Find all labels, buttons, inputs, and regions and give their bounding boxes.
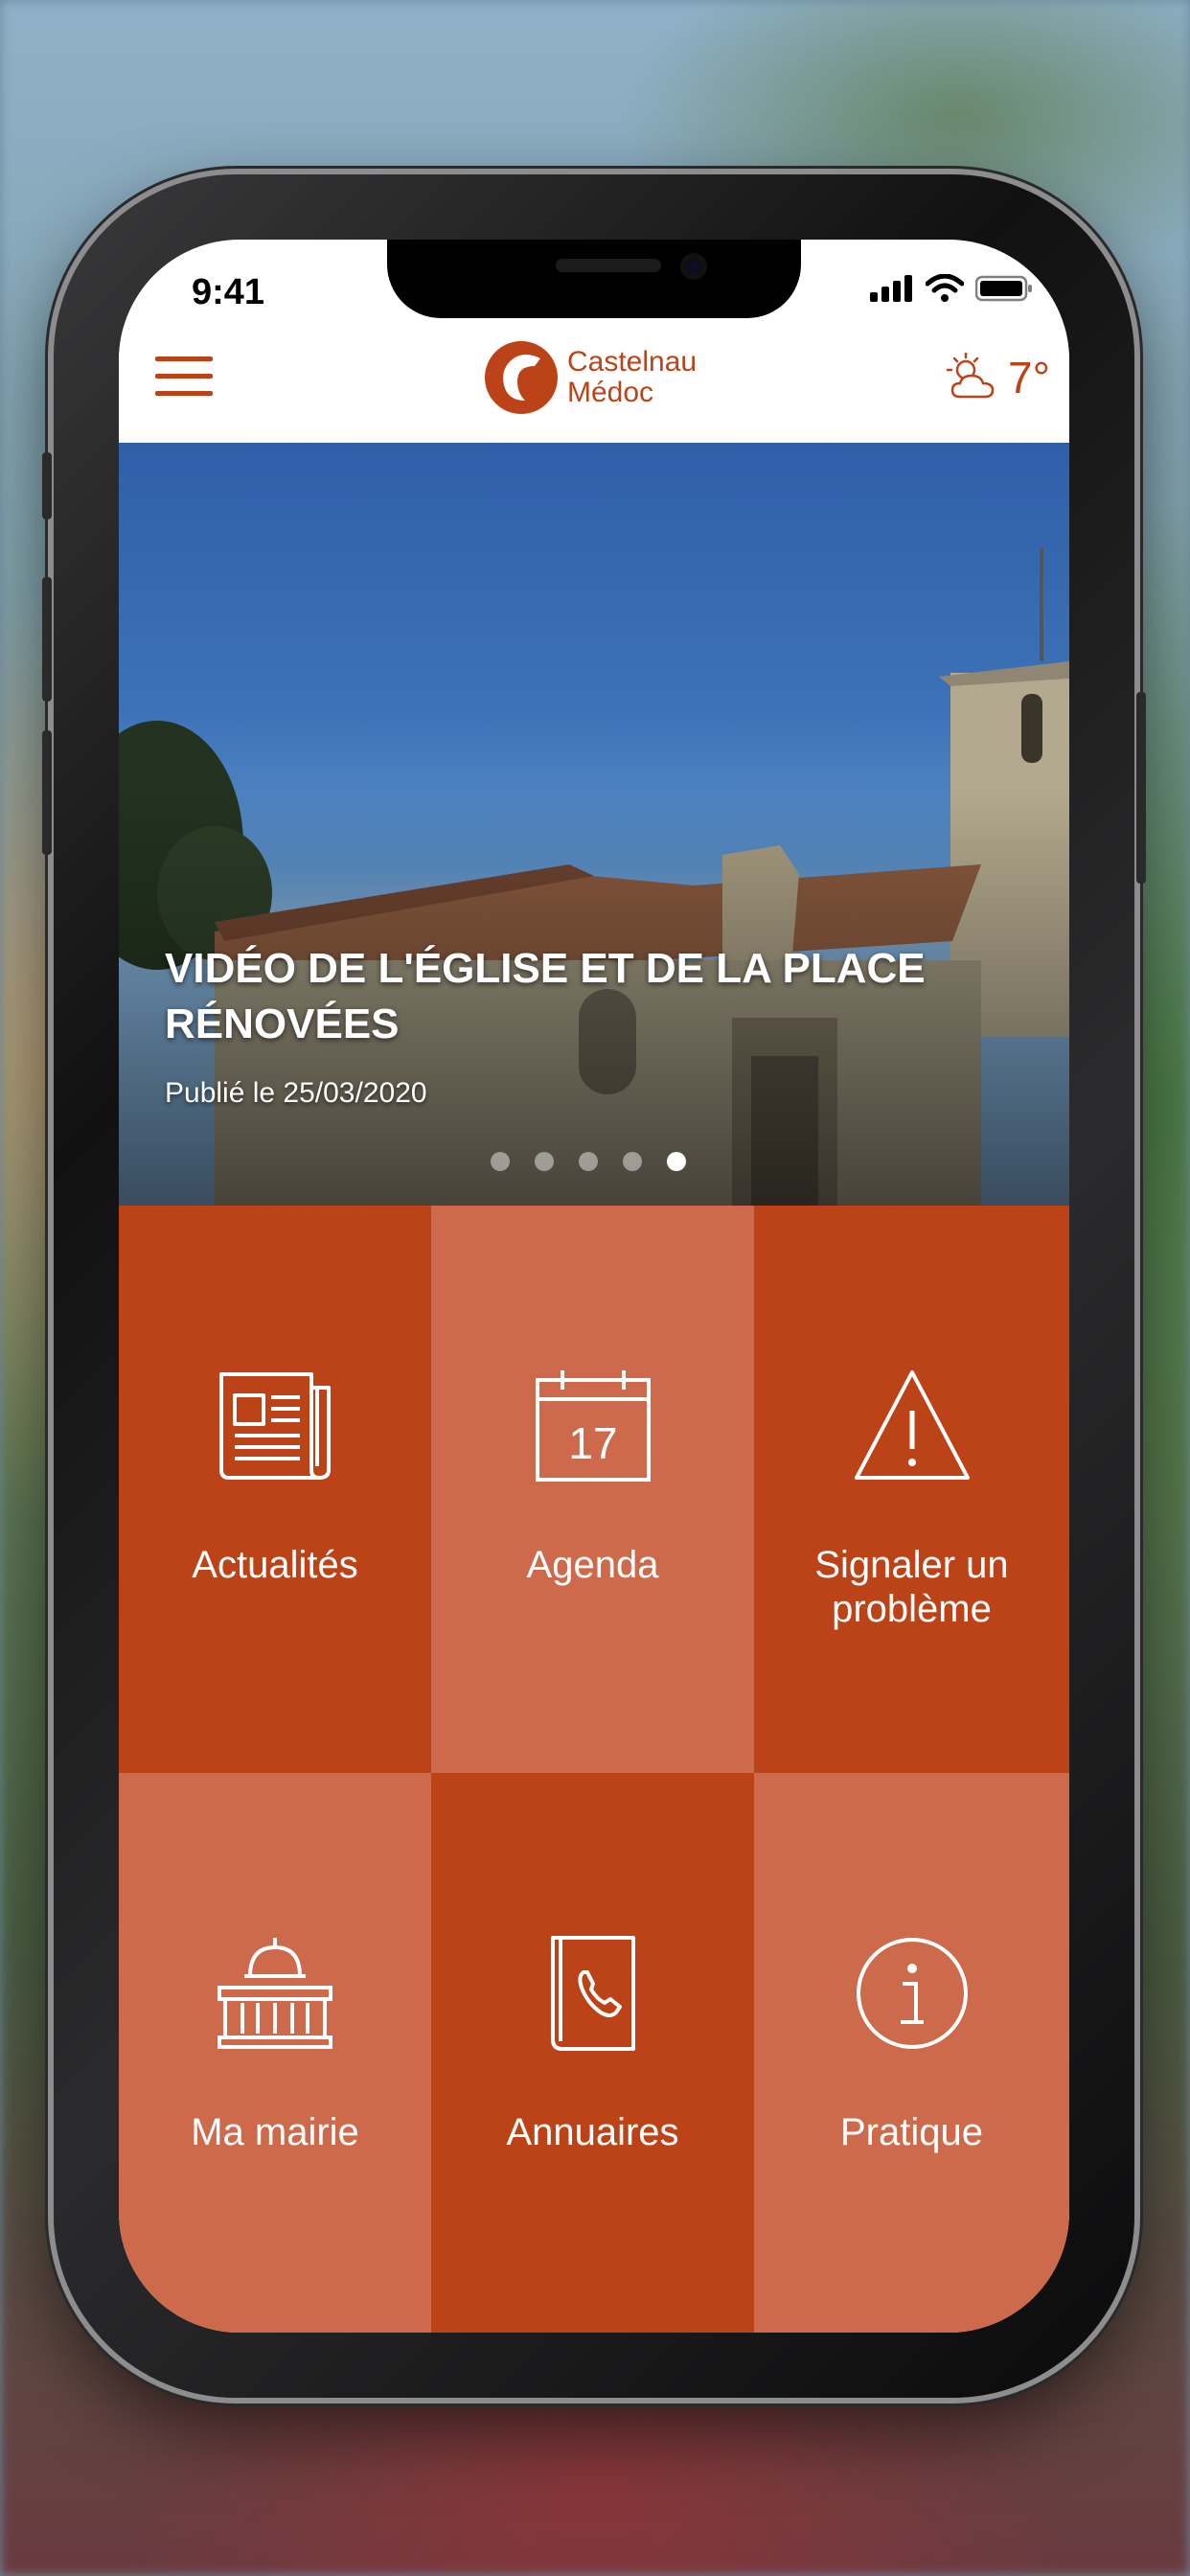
silent-switch [42,452,52,519]
signal-icon [870,275,912,302]
news-carousel[interactable]: VIDÉO DE L'ÉGLISE ET DE LA PLACE RÉNOVÉE… [119,443,1069,1206]
carousel-dot[interactable] [535,1152,554,1171]
calendar-day: 17 [568,1418,617,1468]
phone-frame: 9:41 Castelnau Médoc 7° VIDÉO DE L'ÉGLIS… [42,174,1146,2398]
carousel-dot[interactable] [491,1152,510,1171]
tile-label: Signaler un problème [814,1544,1009,1630]
logo-line1: Castelnau [567,346,698,378]
app-header: Castelnau Médoc 7° [119,326,1069,443]
logo-text: Castelnau Médoc [567,347,697,408]
carousel-dot[interactable] [623,1152,642,1171]
tile-agenda[interactable]: 17 Agenda [431,1206,754,1773]
tile-actualites[interactable]: Actualités [119,1206,431,1773]
phone-book-icon [550,1936,635,2051]
tile-label: Agenda [526,1544,659,1586]
status-time: 9:41 [192,272,265,312]
camera [680,253,707,280]
tile-label: Pratique [840,2111,983,2153]
tile-annuaires[interactable]: Annuaires [431,1773,754,2333]
status-icons [870,274,1033,303]
volume-up-button [42,577,52,702]
notch [387,240,801,318]
temperature: 7° [1008,353,1050,402]
hamburger-menu-icon[interactable] [155,356,213,401]
logo-line2: Médoc [567,377,654,408]
volume-down-button [42,730,52,855]
tile-label: Actualités [192,1544,358,1586]
calendar-icon: 17 [535,1370,651,1482]
screen: 9:41 Castelnau Médoc 7° VIDÉO DE L'ÉGLIS… [119,240,1069,2333]
app-logo: Castelnau Médoc [481,337,697,418]
warning-icon [854,1370,970,1480]
carousel-dots [491,1152,686,1171]
news-title[interactable]: VIDÉO DE L'ÉGLISE ET DE LA PLACE RÉNOVÉE… [165,941,989,1052]
weather-widget[interactable]: 7° [945,351,1050,404]
power-button [1136,692,1146,884]
partly-cloudy-icon [946,352,995,399]
battery-icon [975,275,1032,302]
tile-label: Ma mairie [191,2111,359,2153]
tile-ma-mairie[interactable]: Ma mairie [119,1773,431,2333]
wifi-icon [926,274,964,302]
tile-label: Annuaires [506,2111,679,2153]
news-date: Publié le 25/03/2020 [165,1077,427,1109]
carousel-dot[interactable] [579,1152,598,1171]
speaker [556,259,661,272]
menu-grid: Actualités 17 Agenda Signaler un problèm… [119,1206,1069,2333]
info-icon [856,1938,968,2049]
carousel-dot-active[interactable] [667,1152,686,1171]
logo-c-icon [485,341,558,414]
tile-pratique[interactable]: Pratique [754,1773,1069,2333]
town-hall-icon [217,1938,332,2049]
newspaper-icon [219,1372,331,1480]
tile-signaler-probleme[interactable]: Signaler un problème [754,1206,1069,1773]
